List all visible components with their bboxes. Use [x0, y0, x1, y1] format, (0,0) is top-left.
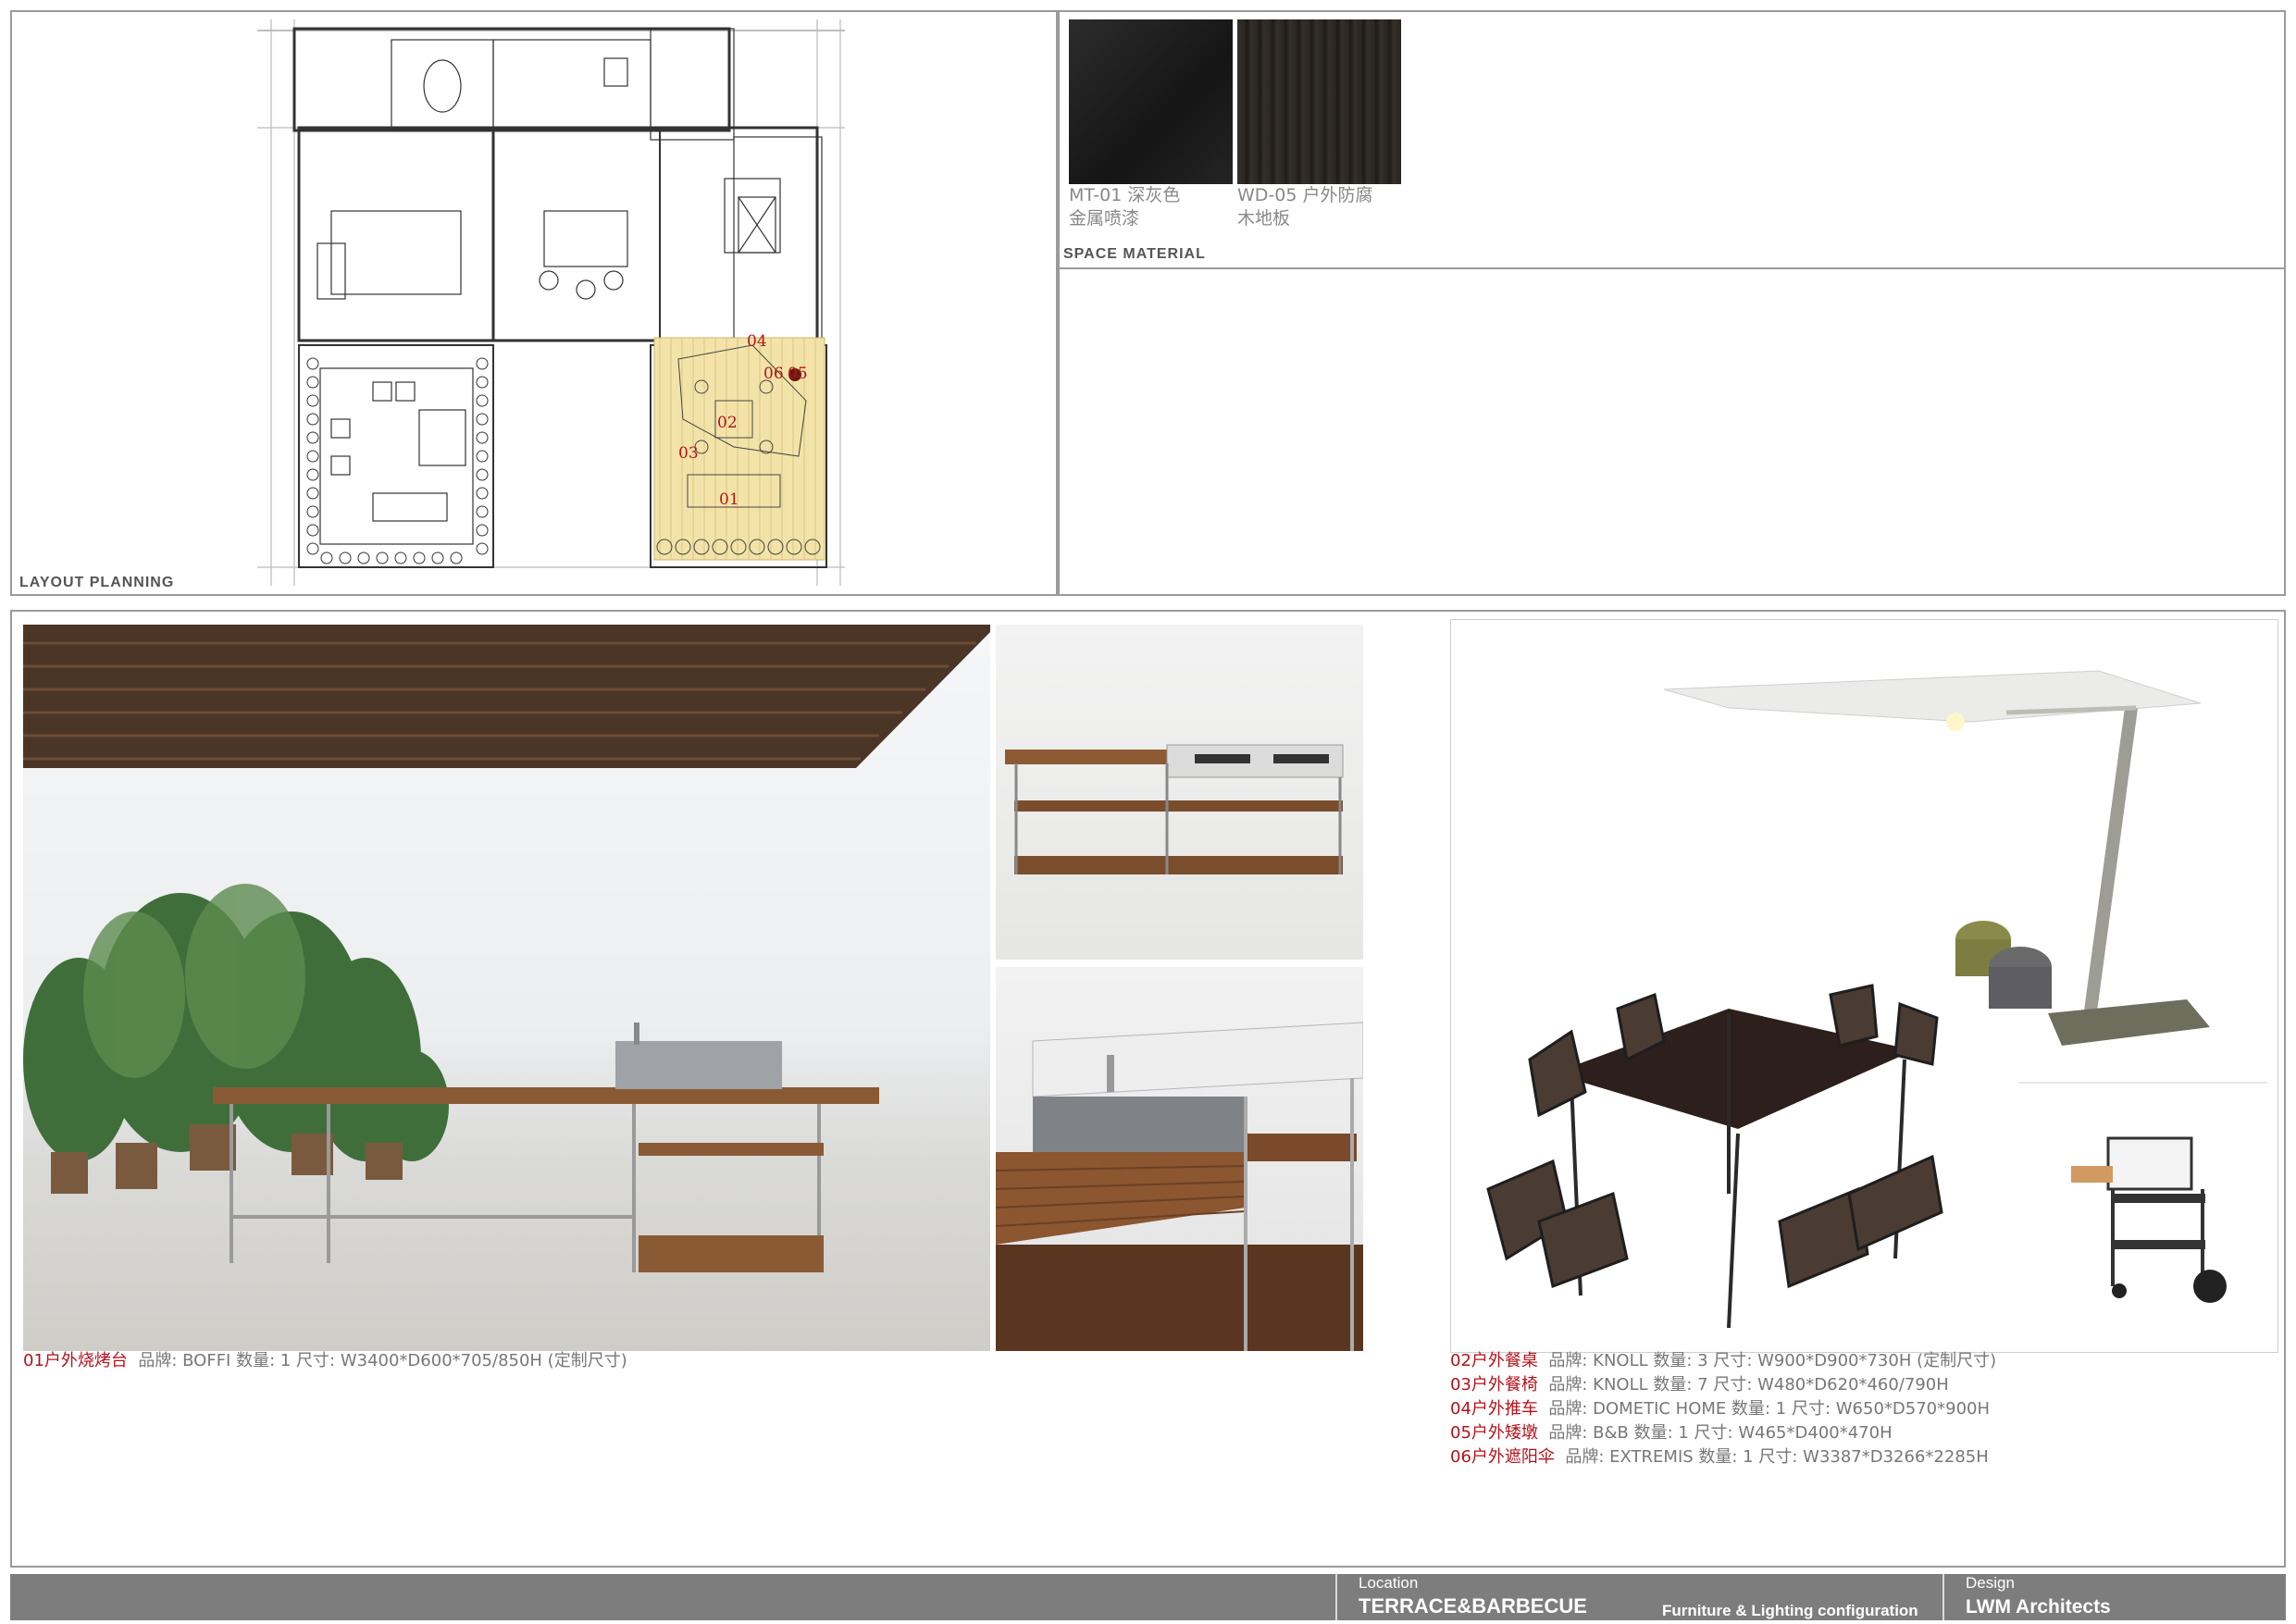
material-label-mt01: MT-01 深灰色 金属喷漆 [1069, 185, 1181, 229]
material-swatch-wd05 [1237, 19, 1401, 184]
spec-label-06: 06户外遮阳伞 [1450, 1447, 1555, 1467]
spec-label-01: 01户外烧烤台 [23, 1351, 128, 1370]
spec-detail-04: 品牌: DOMETIC HOME 数量: 1 尺寸: W650*D570*900… [1548, 1399, 1991, 1419]
spec-line-01: 01户外烧烤台 品牌: BOFFI 数量: 1 尺寸: W3400*D600*7… [23, 1349, 627, 1373]
location-value: TERRACE&BARBECUE [1359, 1594, 1587, 1618]
spec-label-05: 05户外矮墩 [1450, 1423, 1538, 1443]
spec-detail-01: 品牌: BOFFI 数量: 1 尺寸: W3400*D600*705/850H … [138, 1351, 627, 1370]
material-label-wd05: WD-05 户外防腐 木地板 [1237, 185, 1373, 229]
spec-line-02: 02户外餐桌 品牌: KNOLL 数量: 3 尺寸: W900*D900*730… [1450, 1349, 1996, 1373]
space-material-label: SPACE MATERIAL [1063, 246, 1206, 262]
marker-01: 01 [719, 490, 739, 509]
location-label: Location [1359, 1574, 1419, 1592]
title-divider-2 [1942, 1574, 1944, 1620]
spec-label-03: 03户外餐椅 [1450, 1375, 1538, 1395]
title-divider-1 [1335, 1574, 1337, 1620]
design-label: Design [1966, 1574, 2015, 1592]
outdoor-kitchen-photo-bottom [996, 967, 1363, 1351]
spec-line-04: 04户外推车 品牌: DOMETIC HOME 数量: 1 尺寸: W650*D… [1450, 1397, 1990, 1421]
furniture-panel: 01户外烧烤台 品牌: BOFFI 数量: 1 尺寸: W3400*D600*7… [10, 610, 2286, 1568]
spec-detail-02: 品牌: KNOLL 数量: 3 尺寸: W900*D900*730H (定制尺寸… [1548, 1351, 1997, 1370]
layout-planning-label: LAYOUT PLANNING [19, 575, 175, 590]
spec-label-04: 04户外推车 [1450, 1399, 1538, 1419]
marker-06: 06 [763, 365, 784, 383]
marker-05: 05 [788, 365, 808, 383]
spec-label-02: 02户外餐桌 [1450, 1351, 1538, 1370]
subtitle: Furniture & Lighting configuration [1662, 1602, 1918, 1619]
spec-detail-03: 品牌: KNOLL 数量: 7 尺寸: W480*D620*460/790H [1548, 1375, 1949, 1395]
bbq-table-photo [23, 625, 990, 1351]
material-swatch-mt01 [1069, 19, 1233, 184]
space-material-panel: MT-01 深灰色 金属喷漆 WD-05 户外防腐 木地板 SPACE MATE… [1058, 10, 2286, 596]
title-block: Location TERRACE&BARBECUE Furniture & Li… [10, 1574, 2286, 1620]
marker-02: 02 [717, 414, 738, 432]
marker-03: 03 [678, 444, 699, 463]
marker-04: 04 [747, 332, 767, 351]
spec-line-06: 06户外遮阳伞 品牌: EXTREMIS 数量: 1 尺寸: W3387*D32… [1450, 1445, 1989, 1469]
spec-detail-06: 品牌: EXTREMIS 数量: 1 尺寸: W3387*D3266*2285H [1565, 1447, 1989, 1467]
design-value: LWM Architects [1966, 1596, 2111, 1618]
spec-line-05: 05户外矮墩 品牌: B&B 数量: 1 尺寸: W465*D400*470H [1450, 1421, 1893, 1445]
floor-plan: 04 06 05 02 03 01 [257, 19, 845, 586]
layout-planning-panel: 04 06 05 02 03 01 LAYOUT PLANNING [10, 10, 1058, 596]
outdoor-kitchen-photo-top [996, 625, 1363, 960]
dining-umbrella-collage [1450, 619, 2278, 1353]
spec-detail-05: 品牌: B&B 数量: 1 尺寸: W465*D400*470H [1548, 1423, 1893, 1443]
section-divider [1060, 267, 2286, 269]
spec-line-03: 03户外餐椅 品牌: KNOLL 数量: 7 尺寸: W480*D620*460… [1450, 1373, 1949, 1397]
